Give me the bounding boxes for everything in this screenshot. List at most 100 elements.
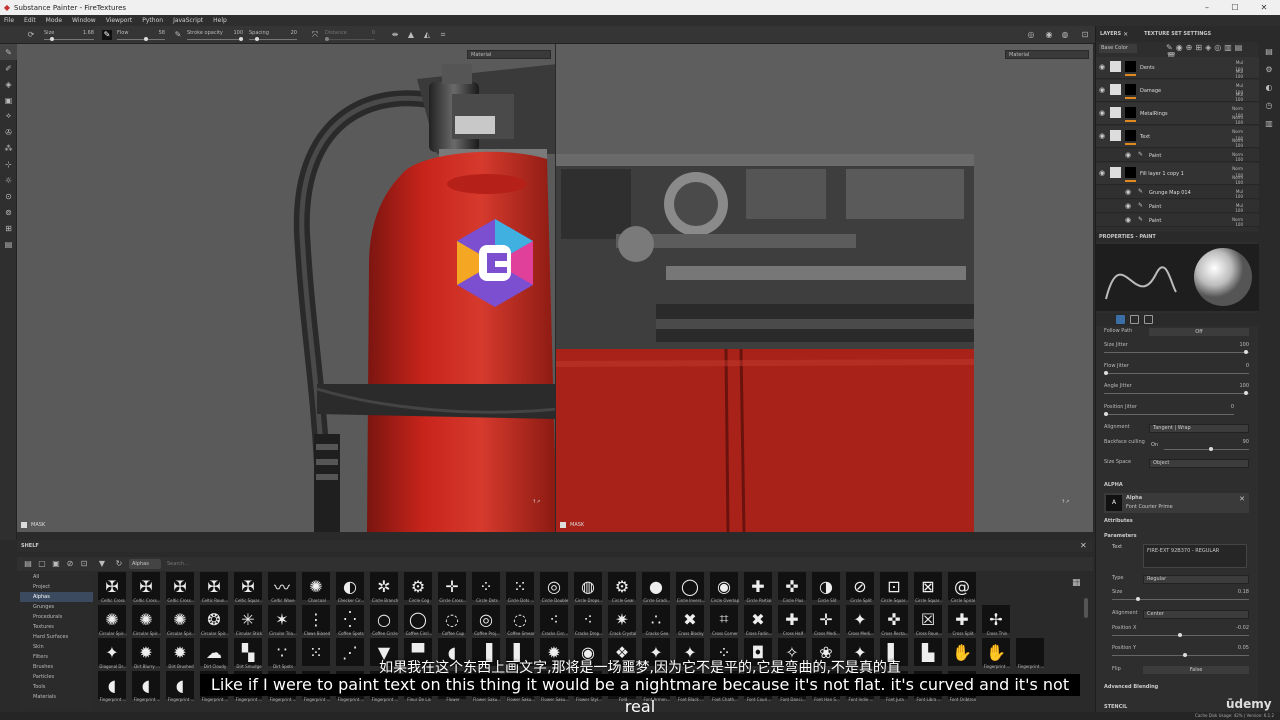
mirror-icon[interactable]: ⇼ (390, 30, 400, 40)
shelf-search-input[interactable]: Search... (167, 559, 1082, 569)
viewport-2d[interactable]: Material MASK ↑↗ (556, 44, 1093, 532)
alpha-thumbnail[interactable]: ✶ Circular Tria... (266, 605, 300, 637)
grid-view-icon[interactable]: ▦ (1072, 578, 1081, 588)
visibility-eye-icon[interactable]: ◉ (1099, 63, 1105, 71)
camera-icon[interactable]: ◉ (1044, 30, 1054, 40)
layer-blend-info[interactable]: Norm 100 (1232, 217, 1243, 227)
text-field[interactable]: FIRE-EXT 92B370 - REGULAR (1143, 544, 1247, 568)
shelf-category-item[interactable]: Hard Surfaces (20, 632, 93, 642)
alpha-slot[interactable]: A Alpha Font Courier Prime ✕ (1104, 493, 1249, 513)
shelf-category-item[interactable]: All (20, 572, 93, 582)
stroke-opacity-slider[interactable]: Stroke opacity 100 (187, 30, 243, 42)
layer-row[interactable]: ◉ ✎ Grunge Map 014 Mul 100 (1096, 186, 1259, 199)
flow-slider[interactable]: Flow 58 (117, 30, 165, 42)
alpha-thumbnail[interactable]: ⁛ Coffee Spots (334, 605, 368, 637)
tab-texture-set-settings[interactable]: TEXTURE SET SETTINGS (1144, 31, 1211, 37)
layer-blend-info-2[interactable]: Norm 100 (1232, 138, 1243, 148)
alpha-thumbnail[interactable]: ⁘ Circle Dots (470, 572, 504, 604)
smudge-icon[interactable]: ⟡ (0, 108, 17, 124)
layer-blend-info[interactable]: Norm 100 (1232, 152, 1243, 162)
alpha-thumbnail[interactable]: ✠ Celtic Cross... (130, 572, 164, 604)
layer-row[interactable]: ◉ MetalRings Norm 100 Norm 100 (1096, 103, 1259, 125)
alpha-thumbnail[interactable]: ❂ Circular Spir... (198, 605, 232, 637)
alpha-thumbnail[interactable]: ✚ Circle Partial (742, 572, 776, 604)
alpha-thumbnail[interactable]: ✠ Celtic Cross... (164, 572, 198, 604)
symmetry-icon[interactable]: ⟳ (26, 30, 36, 40)
layer-blend-info-2[interactable]: Mul 100 (1235, 92, 1243, 102)
alpha-thumbnail[interactable]: ✜ Circle Plus (776, 572, 810, 604)
visibility-eye-icon[interactable]: ◉ (1125, 151, 1131, 159)
bake-icon[interactable]: ⊙ (0, 188, 17, 204)
alpha-thumbnail[interactable]: ◎ Coffee Proj... (470, 605, 504, 637)
paint-brush-icon[interactable]: ✎ (0, 44, 17, 60)
display-settings-icon[interactable]: ⊞ (0, 220, 17, 236)
attributes-section[interactable]: Attributes (1104, 518, 1133, 524)
stencil-section[interactable]: STENCIL (1104, 704, 1127, 710)
alpha-thumbnail[interactable]: ✳ Circular Stick (232, 605, 266, 637)
dock-layers-icon[interactable]: ▤ (1263, 46, 1275, 58)
polygon-fill-icon[interactable]: ▣ (0, 92, 17, 108)
alpha-thumbnail[interactable]: ⚙ Circle Gear (606, 572, 640, 604)
material-dropdown-3d[interactable]: Material (467, 50, 551, 59)
new-icon[interactable]: ▢ (37, 559, 47, 569)
alpha-thumbnail[interactable]: ✖ Cross Blocky (674, 605, 708, 637)
alpha-thumbnail[interactable]: ⁙ Circle Dots ... (504, 572, 538, 604)
flow-jitter-slider[interactable]: Flow Jitter 0 (1104, 363, 1249, 379)
geometry-icon[interactable]: ⊚ (0, 204, 17, 220)
visibility-eye-icon[interactable]: ◉ (1099, 169, 1105, 177)
layer-row[interactable]: ◉ ✎ Paint Norm 100 (1096, 149, 1259, 162)
shelf-category-item[interactable]: Project (20, 582, 93, 592)
alpha-thumbnail[interactable]: ☒ Cross Roun... (912, 605, 946, 637)
filter-icon[interactable]: ▼ (97, 559, 107, 569)
layer-row[interactable]: ◉ Damage Mul 100 Mul 100 (1096, 80, 1259, 102)
triangle-icon[interactable]: ▲ (406, 30, 416, 40)
dock-history-icon[interactable]: ◷ (1263, 100, 1275, 112)
alpha-thumbnail[interactable]: ○ Coffee Circle (368, 605, 402, 637)
alpha-thumbnail[interactable]: ✛ Circle Cross... (436, 572, 470, 604)
visibility-eye-icon[interactable]: ◉ (1099, 86, 1105, 94)
size-slider[interactable]: Size 1.68 (44, 30, 94, 42)
alpha-thumbnail[interactable]: ⁖ Cracks Circ... (538, 605, 572, 637)
size-space-dropdown[interactable]: Size Space Object (1104, 459, 1249, 475)
grid-icon[interactable]: ⌗ (438, 30, 448, 40)
alpha-thumbnail[interactable]: ✠ Celtic Cross (96, 572, 130, 604)
display-icon[interactable]: ◎ (1026, 30, 1036, 40)
layer-blend-info[interactable]: Mul 100 (1235, 189, 1243, 199)
visibility-eye-icon[interactable]: ◉ (1099, 109, 1105, 117)
alpha-thumbnail[interactable]: ✲ Circle Branch (368, 572, 402, 604)
shelf-category-item[interactable]: Materials (20, 692, 93, 702)
shelf-category-item[interactable]: Alphas (20, 592, 93, 602)
menu-mode[interactable]: Mode (46, 17, 62, 24)
material-dropdown-2d[interactable]: Material (1005, 50, 1089, 59)
tab-layers-close-icon[interactable]: ✕ (1123, 31, 1128, 38)
alpha-thumbnail[interactable]: ◍ Circle Drops... (572, 572, 606, 604)
clone-icon[interactable]: ✇ (0, 124, 17, 140)
minimize-button[interactable]: – (1193, 0, 1221, 15)
alpha-thumbnail[interactable]: ✠ Celtic Roun... (198, 572, 232, 604)
channel-dropdown[interactable]: Base Color (1099, 44, 1137, 53)
distance-slider[interactable]: Distance 0 (325, 30, 375, 42)
mask-toggle-3d[interactable]: MASK (21, 522, 45, 528)
alpha-thumbnail[interactable]: ◑ Circle Slit (810, 572, 844, 604)
alpha-thumbnail[interactable]: ✺ Charcoal (300, 572, 334, 604)
maximize-button[interactable]: ☐ (1221, 0, 1249, 15)
alpha-thumbnail[interactable]: ⚙ Circle Cog (402, 572, 436, 604)
alpha-thumbnail[interactable]: ✖ Cross Fadin... (742, 605, 776, 637)
alpha-thumbnail[interactable]: ◐ Checker Cir... (334, 572, 368, 604)
alpha-thumbnail[interactable]: ⊡ Circle Squar... (878, 572, 912, 604)
backface-culling[interactable]: Backface culling On 90 (1104, 439, 1249, 455)
dock-display-icon[interactable]: ◐ (1263, 82, 1275, 94)
filter-chip[interactable]: Alphas (129, 559, 161, 569)
alpha-thumbnail[interactable]: ◯ Circle Invers... (674, 572, 708, 604)
alpha-thumbnail[interactable]: ⁖ Cracks Drop... (572, 605, 606, 637)
visibility-eye-icon[interactable]: ◉ (1125, 188, 1131, 196)
hide-icon[interactable]: ⊘ (65, 559, 75, 569)
alpha-thumbnail[interactable]: ✚ Cross Split (946, 605, 980, 637)
tab-stencil-icon[interactable] (1130, 315, 1139, 324)
eraser-icon[interactable]: ✐ (0, 60, 17, 76)
alpha-thumbnail[interactable]: ⊘ Circle Split (844, 572, 878, 604)
export-icon[interactable]: ⊡ (79, 559, 89, 569)
position-x-slider[interactable]: Position X -0.02 (1112, 625, 1249, 641)
light-icon[interactable]: ☼ (0, 172, 17, 188)
menu-python[interactable]: Python (142, 17, 163, 24)
